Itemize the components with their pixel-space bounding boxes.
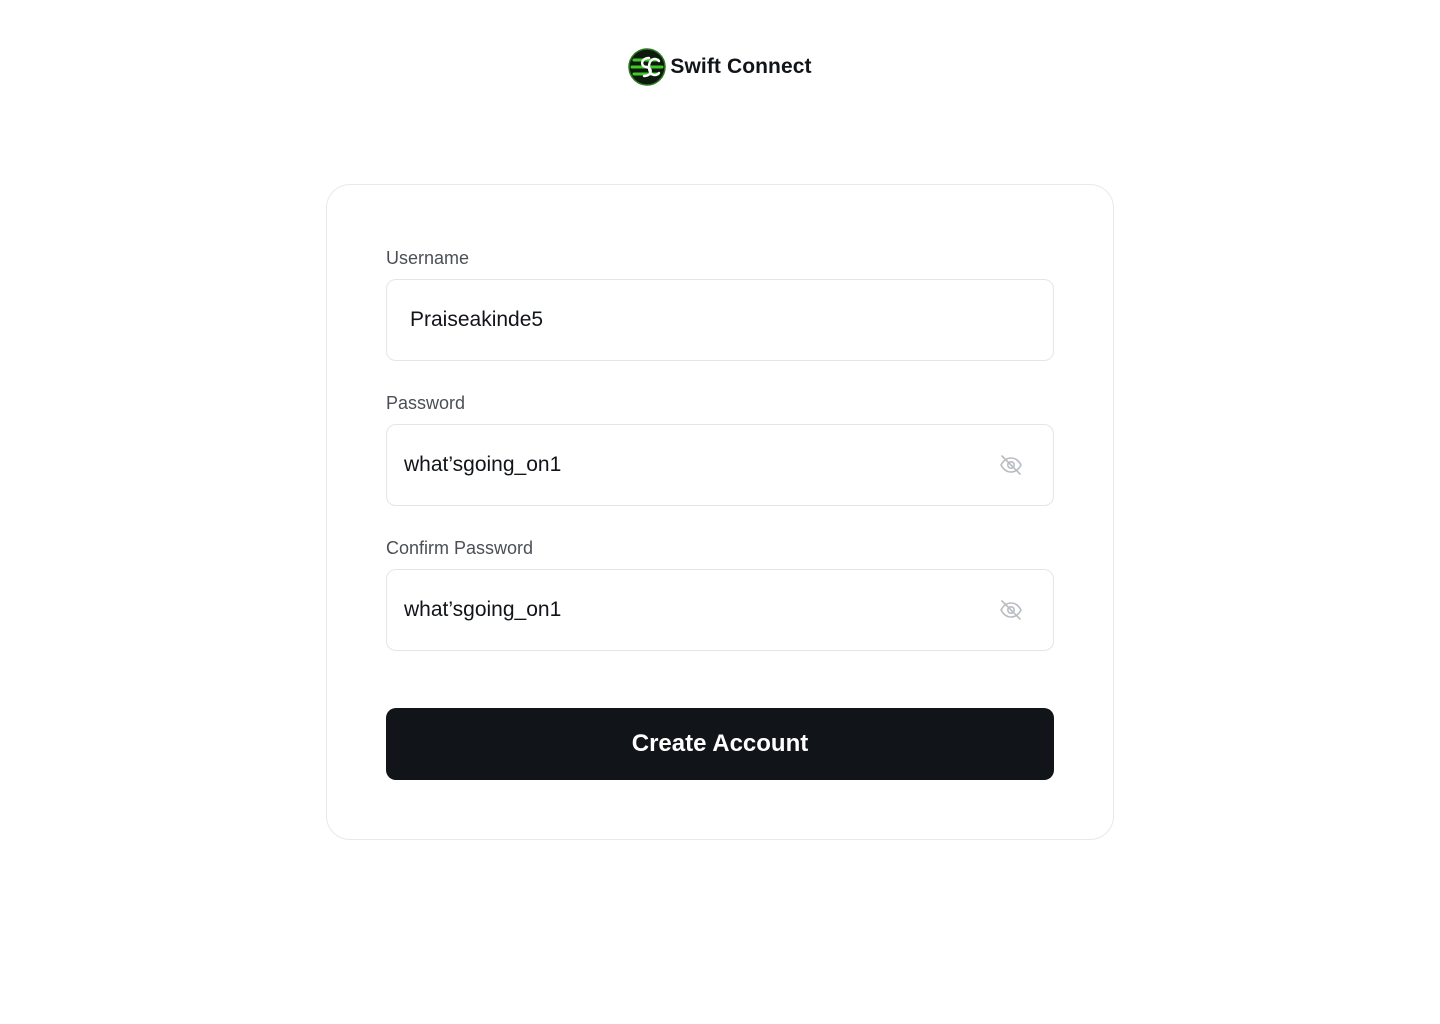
password-input[interactable] bbox=[387, 445, 947, 485]
confirm-password-input-box bbox=[386, 569, 1054, 651]
username-field: Username bbox=[386, 247, 1054, 361]
confirm-password-field: Confirm Password bbox=[386, 537, 1054, 651]
password-input-box bbox=[386, 424, 1054, 506]
username-input[interactable] bbox=[387, 300, 947, 340]
create-account-button[interactable]: Create Account bbox=[386, 708, 1054, 780]
eye-off-icon[interactable] bbox=[995, 594, 1027, 626]
brand-header: Swift Connect bbox=[0, 48, 1440, 86]
password-label: Password bbox=[386, 393, 466, 413]
confirm-password-input[interactable] bbox=[387, 590, 947, 630]
password-field: Password bbox=[386, 392, 1054, 506]
confirm-password-label: Confirm Password bbox=[386, 538, 534, 558]
brand-name: Swift Connect bbox=[670, 55, 812, 78]
eye-off-icon[interactable] bbox=[995, 449, 1027, 481]
signup-card: Username Password Confirm Password bbox=[326, 184, 1114, 840]
username-label: Username bbox=[386, 248, 470, 268]
username-input-box bbox=[386, 279, 1054, 361]
sc-logo-icon bbox=[628, 48, 667, 86]
